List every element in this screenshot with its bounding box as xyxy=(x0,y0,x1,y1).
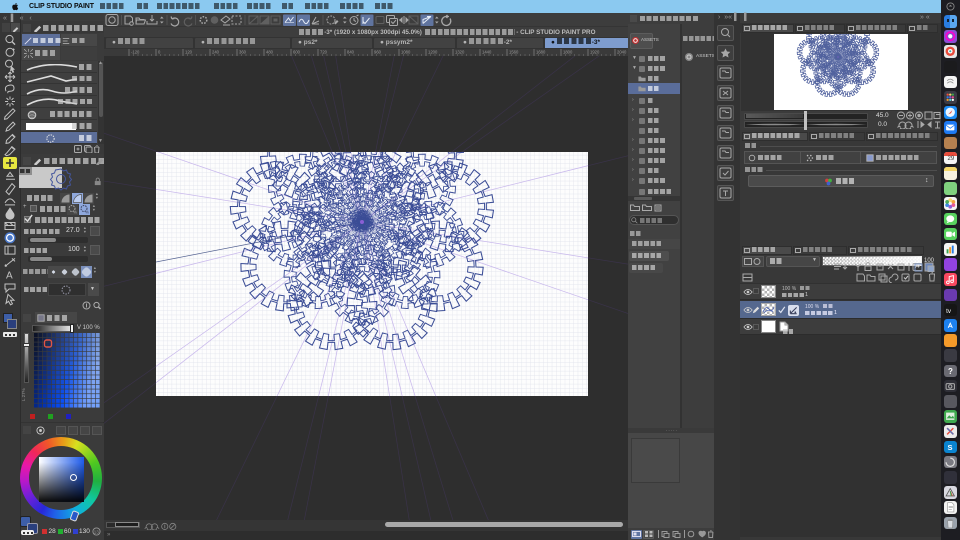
svg-text:2040: 2040 xyxy=(617,50,627,55)
svg-text:1200: 1200 xyxy=(428,50,438,55)
svg-text:1800: 1800 xyxy=(563,50,573,55)
svg-text:600: 600 xyxy=(293,50,301,55)
svg-text:1680: 1680 xyxy=(536,50,546,55)
svg-text:240: 240 xyxy=(212,50,220,55)
svg-text:840: 840 xyxy=(347,50,355,55)
svg-text:120: 120 xyxy=(185,50,193,55)
svg-text:1920: 1920 xyxy=(590,50,600,55)
svg-text:-120: -120 xyxy=(131,50,140,55)
svg-text:1080: 1080 xyxy=(401,50,411,55)
svg-text:13: 13 xyxy=(94,529,100,534)
svg-text:1440: 1440 xyxy=(482,50,492,55)
svg-text:960: 960 xyxy=(374,50,382,55)
svg-text:360: 360 xyxy=(239,50,247,55)
svg-text:1320: 1320 xyxy=(455,50,465,55)
svg-text:1560: 1560 xyxy=(509,50,519,55)
svg-text:480: 480 xyxy=(266,50,274,55)
svg-text:tv: tv xyxy=(946,308,952,315)
svg-text:720: 720 xyxy=(320,50,328,55)
